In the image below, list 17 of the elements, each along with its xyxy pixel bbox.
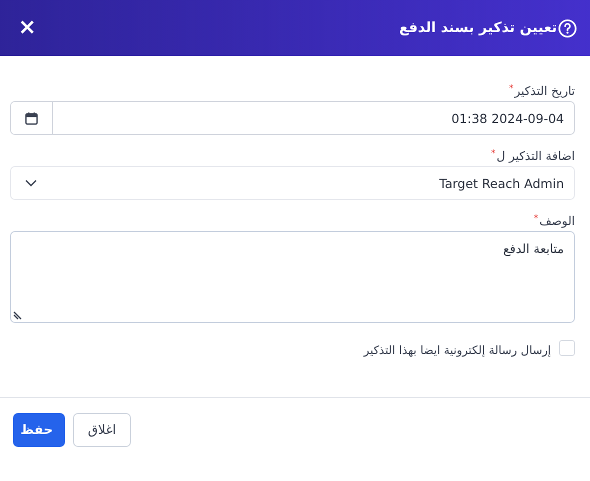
- field-label: تاريخ التذكير: [514, 84, 575, 98]
- required-mark: *: [490, 149, 496, 159]
- required-mark: *: [534, 214, 538, 224]
- close-button[interactable]: ×: [14, 17, 40, 39]
- field-label: اضافة التذكير ل: [496, 149, 575, 163]
- field-label: الوصف: [539, 214, 575, 228]
- close-dialog-button[interactable]: اغلاق: [73, 413, 131, 447]
- required-mark: *: [508, 84, 514, 94]
- select-field[interactable]: Target Reach Admin: [10, 166, 575, 200]
- checkbox-label: إرسال رسالة إلكترونية ايضا بهذا التذكير: [364, 343, 551, 357]
- resize-handle-icon[interactable]: [13, 311, 22, 320]
- help-icon: [558, 18, 577, 38]
- dialog-title: تعيين تذكير بسند الدفع: [399, 20, 557, 36]
- save-button[interactable]: حفظ: [13, 413, 65, 447]
- checkbox[interactable]: [559, 340, 575, 356]
- description-field[interactable]: متابعة الدفع: [10, 231, 575, 323]
- chevron-down-icon: [25, 179, 37, 187]
